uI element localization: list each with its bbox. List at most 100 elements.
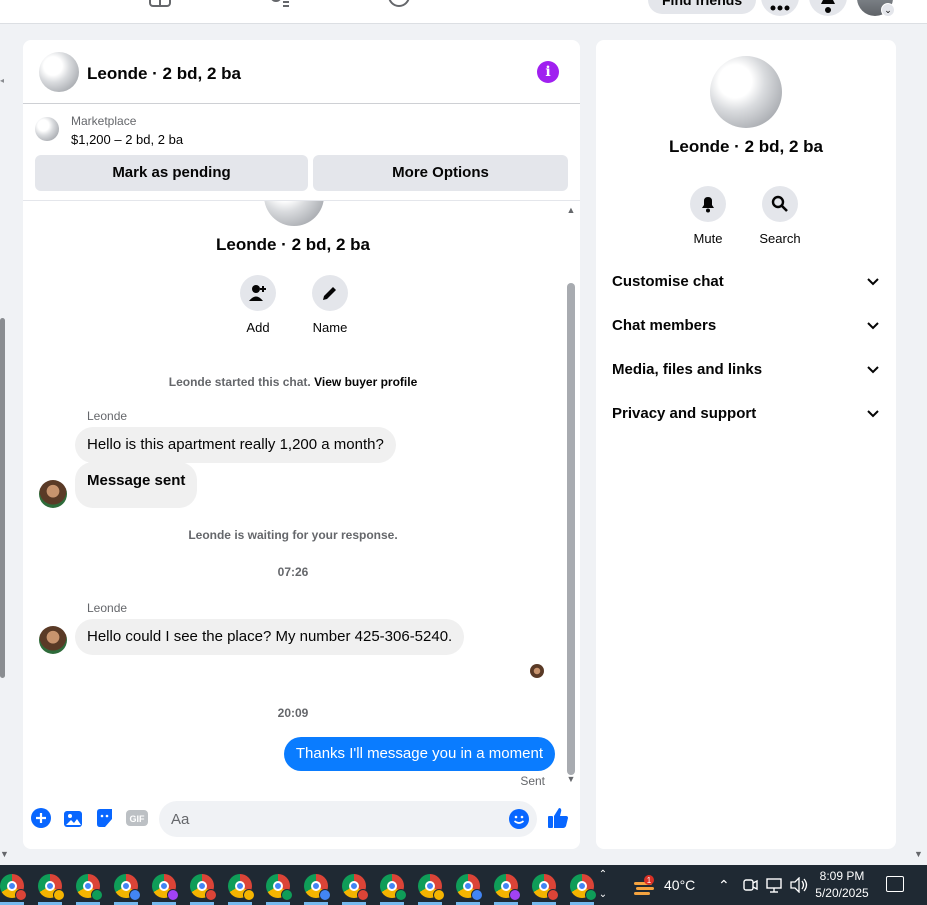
waiting-notice: Leonde is waiting for your response. bbox=[188, 528, 398, 542]
listing-photo[interactable] bbox=[710, 56, 782, 128]
page-scrollbar[interactable] bbox=[0, 318, 5, 678]
listing-thumbnail[interactable] bbox=[39, 52, 79, 92]
name-label: Name bbox=[312, 320, 348, 335]
media-files-links-section[interactable]: Media, files and links bbox=[612, 358, 882, 382]
info-icon[interactable]: i bbox=[537, 61, 559, 83]
customise-chat-section[interactable]: Customise chat bbox=[612, 270, 882, 294]
listing-price[interactable]: $1,200 – 2 bd, 2 ba bbox=[71, 132, 183, 147]
profile-badge-icon bbox=[471, 889, 483, 901]
groups-icon[interactable] bbox=[268, 0, 290, 8]
section-label: Media, files and links bbox=[612, 361, 763, 378]
attach-photo-button[interactable] bbox=[62, 807, 84, 829]
info-panel-title[interactable]: Leonde · 2 bd, 2 ba bbox=[596, 137, 896, 157]
chat-title[interactable]: Leonde · 2 bd, 2 ba bbox=[87, 64, 241, 84]
message-scrollbar[interactable] bbox=[567, 283, 575, 775]
name-chat-action[interactable]: Name bbox=[300, 275, 360, 335]
message-input[interactable] bbox=[171, 801, 491, 837]
chrome-window-icon[interactable] bbox=[190, 874, 217, 901]
chrome-window-icon[interactable] bbox=[0, 874, 27, 901]
chevron-down-icon bbox=[864, 314, 882, 338]
emoji-icon bbox=[509, 809, 529, 829]
chrome-window-icon[interactable] bbox=[380, 874, 407, 901]
chrome-window-icon[interactable] bbox=[76, 874, 103, 901]
outgoing-message[interactable]: Thanks I'll message you in a moment bbox=[283, 737, 555, 771]
like-button[interactable] bbox=[546, 806, 570, 830]
svg-text:GIF: GIF bbox=[130, 814, 146, 824]
intro-title: Leonde · 2 bd, 2 ba bbox=[216, 235, 370, 254]
menu-grid-button[interactable] bbox=[761, 0, 799, 16]
incoming-message[interactable]: Hello is this apartment really 1,200 a m… bbox=[75, 427, 396, 463]
message-composer: GIF bbox=[23, 796, 580, 840]
chrome-window-icon[interactable] bbox=[570, 874, 597, 901]
chrome-window-icon[interactable] bbox=[266, 874, 293, 901]
listing-small-thumbnail[interactable] bbox=[35, 117, 59, 141]
chrome-window-icon[interactable] bbox=[228, 874, 255, 901]
clock-time: 8:09 PM bbox=[819, 869, 865, 883]
profile-icon[interactable] bbox=[388, 0, 410, 8]
scroll-down-arrow-icon[interactable]: ▼ bbox=[914, 849, 923, 859]
add-label: Add bbox=[246, 320, 270, 335]
section-label: Privacy and support bbox=[612, 405, 757, 422]
profile-badge-icon bbox=[53, 889, 65, 901]
scroll-up-arrow-icon[interactable]: ▲ bbox=[566, 205, 576, 215]
plus-circle-icon bbox=[31, 808, 51, 828]
top-navigation-bar: Find friends ⌄ bbox=[0, 0, 927, 24]
volume-icon[interactable] bbox=[790, 876, 808, 896]
chrome-window-icon[interactable] bbox=[114, 874, 141, 901]
timestamp: 07:26 bbox=[277, 565, 309, 579]
chrome-window-icon[interactable] bbox=[418, 874, 445, 901]
incoming-message[interactable]: Hello could I see the place? My number 4… bbox=[75, 619, 465, 655]
scroll-down-arrow-icon[interactable]: ▼ bbox=[0, 849, 9, 859]
search-action[interactable]: Search bbox=[750, 186, 810, 246]
find-friends-button[interactable]: Find friends bbox=[648, 0, 757, 14]
scroll-down-arrow-icon[interactable]: ▼ bbox=[566, 774, 576, 784]
section-label: Customise chat bbox=[612, 273, 724, 290]
clock-date: 5/20/2025 bbox=[815, 886, 869, 900]
notifications-button[interactable] bbox=[809, 0, 847, 16]
gif-button[interactable]: GIF bbox=[126, 807, 148, 829]
system-clock[interactable]: 8:09 PM 5/20/2025 bbox=[808, 868, 876, 902]
message-input-wrapper bbox=[159, 801, 537, 837]
weather-icon[interactable]: 1 bbox=[632, 874, 656, 898]
chrome-window-icon[interactable] bbox=[304, 874, 331, 901]
message-sender: Leonde bbox=[87, 409, 128, 423]
chrome-window-icon[interactable] bbox=[494, 874, 521, 901]
weather-badge: 1 bbox=[647, 876, 652, 885]
mark-as-pending-button[interactable]: Mark as pending bbox=[35, 155, 308, 191]
chrome-window-icon[interactable] bbox=[532, 874, 559, 901]
emoji-button[interactable] bbox=[509, 809, 529, 829]
taskbar-overflow-arrows[interactable]: ⌃ ⌄ bbox=[596, 865, 610, 905]
chat-members-section[interactable]: Chat members bbox=[612, 314, 882, 338]
temperature[interactable]: 40°C bbox=[664, 877, 695, 893]
network-icon[interactable] bbox=[766, 877, 784, 896]
show-hidden-icons-icon[interactable]: ⌃ bbox=[718, 877, 730, 894]
chevron-down-icon[interactable]: ⌄ bbox=[881, 3, 895, 17]
search-label: Search bbox=[759, 231, 801, 246]
pencil-icon bbox=[323, 287, 336, 300]
view-buyer-profile-link[interactable]: View buyer profile bbox=[314, 375, 417, 389]
grid-icon bbox=[770, 5, 790, 11]
message-sender: Leonde bbox=[87, 601, 128, 615]
chrome-window-icon[interactable] bbox=[152, 874, 179, 901]
sender-avatar[interactable] bbox=[39, 626, 67, 654]
chat-info-panel: Leonde · 2 bd, 2 ba Mute Search Customis… bbox=[596, 40, 896, 849]
marketplace-icon[interactable] bbox=[149, 0, 171, 8]
incoming-message[interactable]: Message sent bbox=[75, 462, 198, 508]
add-people-action[interactable]: Add bbox=[228, 275, 288, 335]
add-person-icon bbox=[249, 285, 266, 301]
chrome-window-icon[interactable] bbox=[342, 874, 369, 901]
chrome-window-icon[interactable] bbox=[456, 874, 483, 901]
sender-avatar[interactable] bbox=[39, 480, 67, 508]
notifications-icon[interactable] bbox=[886, 876, 904, 892]
privacy-support-section[interactable]: Privacy and support bbox=[612, 402, 882, 426]
photo-icon bbox=[64, 811, 82, 827]
scroll-up-arrow-icon[interactable]: ◂ bbox=[0, 76, 4, 85]
chrome-window-icon[interactable] bbox=[38, 874, 65, 901]
more-options-button[interactable]: More Options bbox=[313, 155, 568, 191]
more-actions-button[interactable] bbox=[30, 807, 52, 829]
meet-now-icon[interactable] bbox=[742, 877, 758, 896]
sticker-button[interactable] bbox=[94, 807, 116, 829]
chevron-down-icon bbox=[864, 270, 882, 294]
mute-action[interactable]: Mute bbox=[678, 186, 738, 246]
bell-icon bbox=[821, 0, 835, 13]
